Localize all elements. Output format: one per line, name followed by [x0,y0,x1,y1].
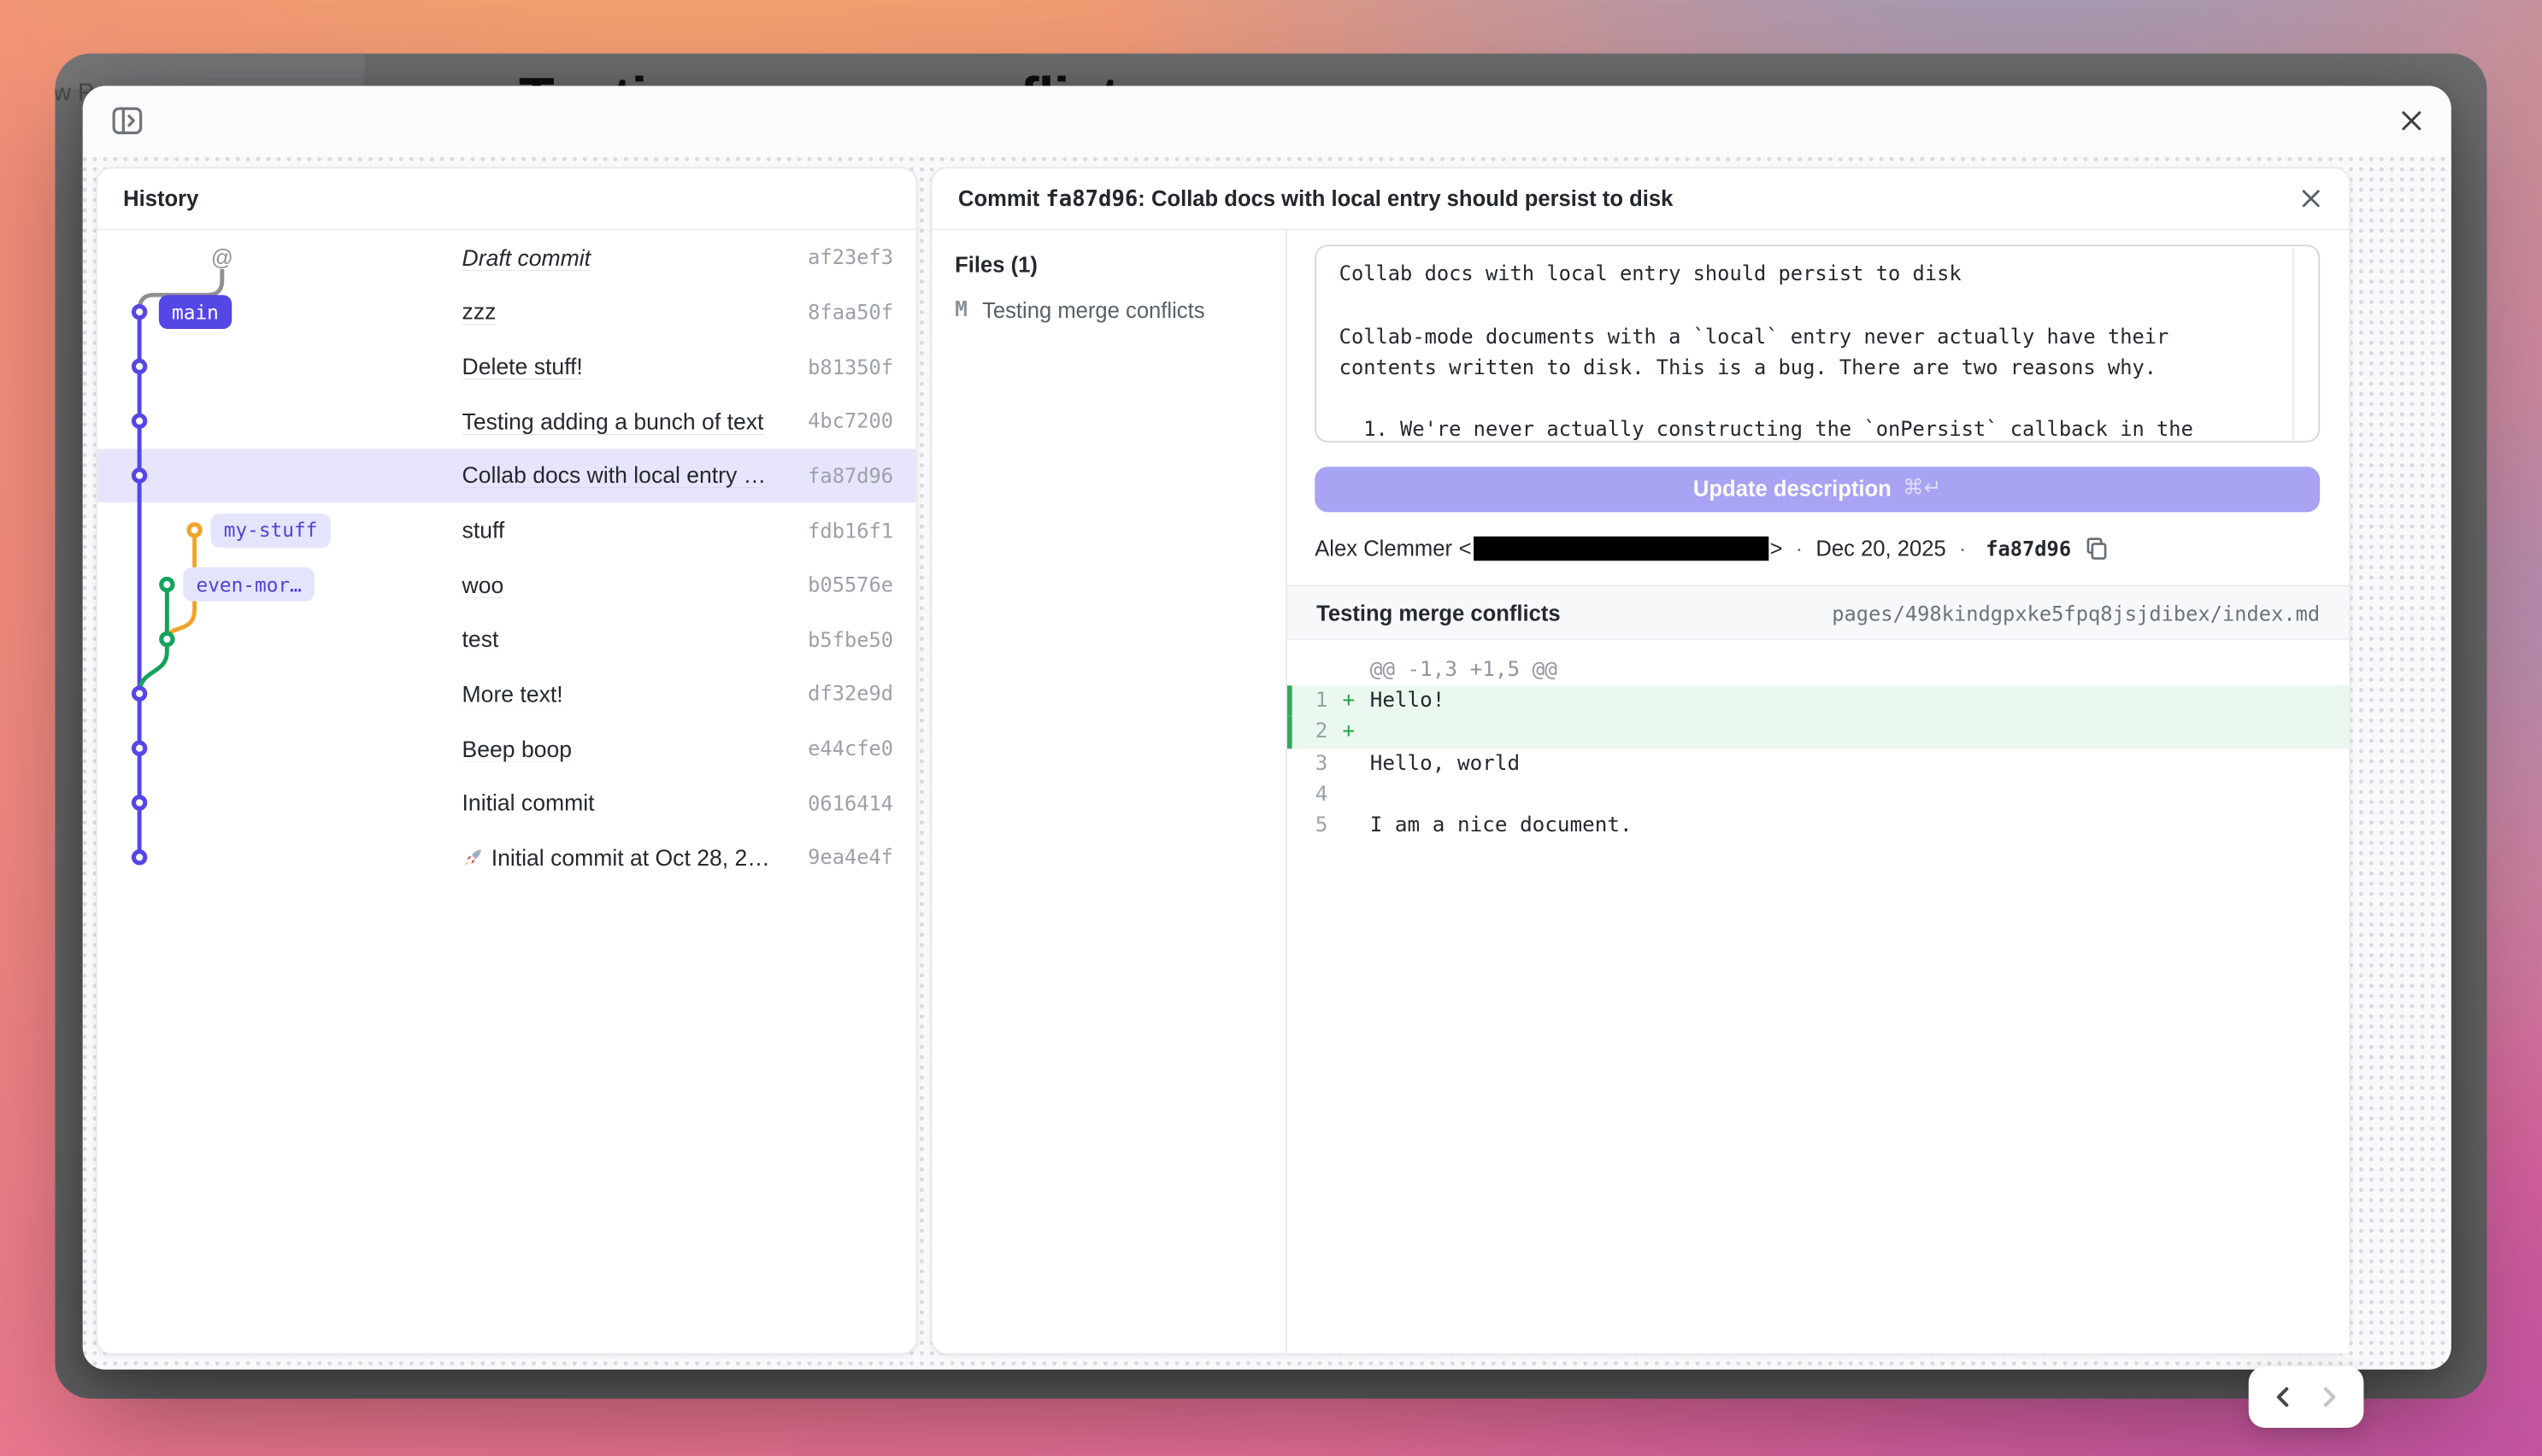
background-sidebar-top [55,54,364,90]
description-column: Collab docs with local entry should pers… [1287,230,2349,1353]
commit-detail-title: Commit fa87d96: Collab docs with local e… [958,185,1673,211]
commit-row[interactable]: More text! df32e9d [97,666,916,721]
diff-file-header: Testing merge conflicts pages/498kindgpx… [1287,587,2349,641]
modal-topbar [83,86,2451,157]
commit-hash: df32e9d [808,681,893,705]
diff-line-context: 4 [1287,779,2349,810]
commit-hash: e44cfe0 [808,736,893,760]
author-name: Alex Clemmer [1315,537,1452,561]
diff-line-added: 1+Hello! [1287,686,2349,717]
files-label: Files (1) [955,253,1262,277]
commit-row[interactable]: Testing adding a bunch of text 4bc7200 [97,394,916,449]
prev-commit-button[interactable] [2268,1383,2297,1412]
commit-row[interactable]: test b5fbe50 [97,612,916,666]
commit-hash: 4bc7200 [808,408,893,432]
diff-hunk-line: @@ -1,3 +1,5 @@ [1287,655,2349,685]
history-panel: History @ [96,167,918,1354]
commit-hash: b5fbe50 [808,627,893,651]
email-bracket-open: < [1459,537,1472,561]
file-item[interactable]: M Testing merge conflicts [955,298,1262,322]
commit-row[interactable]: Draft commit af23ef3 [97,230,916,285]
commit-hash: fdb16f1 [808,518,893,542]
keyboard-shortcut: ⌘↵ [1903,477,1941,501]
diff-file-title: Testing merge conflicts [1316,601,1561,625]
branch-badge-my-stuff[interactable]: my-stuff [211,513,331,547]
redacted-email [1473,537,1768,561]
description-textarea[interactable]: Collab docs with local entry should pers… [1315,244,2320,442]
rocket-emoji [462,846,485,869]
commit-hash: fa87d96 [808,463,893,487]
email-bracket-close: > [1770,537,1783,561]
commit-list: @ [97,230,916,1353]
commit-title[interactable]: test [462,626,792,652]
commit-hash: b81350f [808,355,893,379]
diff-body: @@ -1,3 +1,5 @@ 1+Hello! 2+ 3Hello, worl… [1287,640,2349,1353]
sidebar-toggle-icon[interactable] [110,103,143,136]
commit-title[interactable]: zzz [462,299,792,325]
commit-detail-hash: fa87d96 [1045,185,1138,211]
commit-hash: fa87d96 [1986,537,2071,561]
commit-detail-body: Files (1) M Testing merge conflicts Coll… [933,230,2350,1353]
commit-title[interactable]: Initial commit [462,790,792,815]
pagination-pill [2249,1366,2364,1428]
commit-meta-row: Alex Clemmer < > · Dec 20, 2025 · fa87d9… [1315,532,2320,565]
commit-title[interactable]: More text! [462,680,792,706]
commit-hash: 8faa50f [808,300,893,324]
commit-detail-panel: Commit fa87d96: Collab docs with local e… [931,167,2351,1354]
file-name: Testing merge conflicts [982,298,1204,322]
commit-hash: b05576e [808,572,893,596]
commit-row[interactable]: Initial commit 0616414 [97,775,916,830]
modal-body: History @ [83,157,2451,1370]
diff-section: Testing merge conflicts pages/498kindgpx… [1287,585,2349,1353]
commit-detail-header: Commit fa87d96: Collab docs with local e… [933,168,2350,230]
diff-line-added: 2+ [1287,717,2349,748]
history-modal: History @ [83,86,2451,1370]
diff-line-context: 5I am a nice document. [1287,810,2349,841]
diff-line-context: 3Hello, world [1287,748,2349,778]
commit-row[interactable]: Initial commit at Oct 28, 2… 9ea4e4f [97,830,916,884]
commit-row-selected[interactable]: Collab docs with local entry … fa87d96 [97,449,916,503]
commit-row[interactable]: Beep boop e44cfe0 [97,721,916,776]
commit-hash: af23ef3 [808,245,893,269]
commit-date: Dec 20, 2025 [1815,537,1945,561]
description-text: Collab docs with local entry should pers… [1316,246,2318,443]
commit-title[interactable]: Delete stuff! [462,354,792,379]
copy-icon[interactable] [2082,536,2108,561]
file-status-badge: M [955,298,968,322]
commit-title[interactable]: Beep boop [462,735,792,760]
files-column: Files (1) M Testing merge conflicts [933,230,1287,1353]
detail-close-icon[interactable] [2298,185,2323,211]
commit-title[interactable]: Draft commit [462,244,792,270]
commit-title[interactable]: Collab docs with local entry … [462,462,792,488]
commit-title-with-rocket[interactable]: Initial commit at Oct 28, 2… [462,844,792,870]
meta-separator: · [1959,537,1967,561]
meta-separator: · [1796,537,1804,561]
commit-title[interactable]: woo [462,572,792,597]
history-panel-title: History [97,168,916,230]
diff-file-path: pages/498kindgpxke5fpq8jsjdibex/index.md [1832,601,2320,625]
commit-title[interactable]: Testing adding a bunch of text [462,408,792,433]
update-description-label: Update description [1693,477,1892,501]
branch-badge-main[interactable]: main [159,295,232,329]
modal-close-icon[interactable] [2396,105,2425,134]
branch-badge-even-more[interactable]: even-mor… [183,567,315,602]
update-description-button[interactable]: Update description ⌘↵ [1315,466,2320,511]
next-commit-button[interactable] [2315,1383,2344,1412]
commit-title[interactable]: stuff [462,517,792,543]
commit-row[interactable]: Delete stuff! b81350f [97,339,916,394]
screen: Testing merge conflicts w P History [0,0,2542,1455]
commit-hash: 0616414 [808,790,893,814]
commit-hash: 9ea4e4f [808,845,893,869]
textarea-scrollbar[interactable] [2292,248,2294,439]
